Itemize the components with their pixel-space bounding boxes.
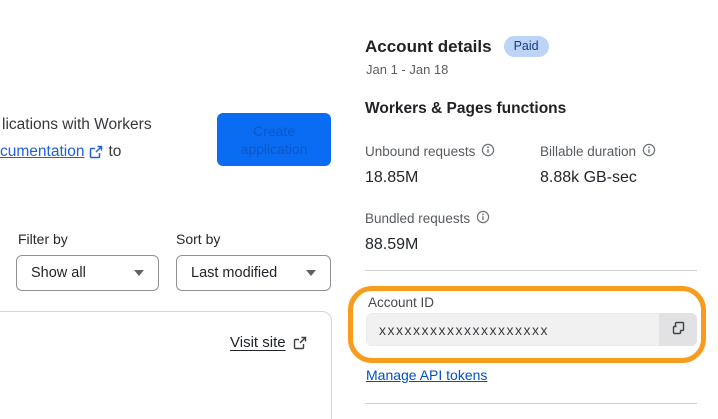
filter-selected-value: Show all [31,265,86,281]
stat-value: 88.59M [365,236,419,253]
intro-text-line1: lications with Workers [2,116,152,133]
create-application-button[interactable]: Create application [217,113,331,166]
stat-unbound-requests: Unbound requests 18.85M [365,143,540,187]
filter-dropdown[interactable]: Show all [16,255,159,291]
stat-bundled-requests: Bundled requests 88.59M [365,210,540,254]
chevron-down-icon [306,270,316,276]
billing-date-range: Jan 1 - Jan 18 [366,62,449,77]
stat-label: Unbound requests [365,144,476,159]
account-details-panel: Account details Paid Jan 1 - Jan 18 Work… [348,0,718,419]
divider [365,403,697,404]
stat-value: 18.85M [365,169,419,186]
account-id-label: Account ID [368,295,435,310]
visit-site-link[interactable]: Visit site [230,334,307,351]
chevron-down-icon [134,270,144,276]
sort-dropdown[interactable]: Last modified [176,255,331,291]
account-id-field-group [366,313,697,346]
copy-account-id-button[interactable] [659,313,697,346]
copy-icon [670,320,687,340]
account-details-title: Account details [365,36,492,56]
filter-by-label: Filter by [18,231,68,247]
stat-label: Billable duration [540,144,637,159]
stat-label: Bundled requests [365,211,471,226]
sort-selected-value: Last modified [191,265,278,281]
external-link-icon [293,336,307,350]
visit-site-label: Visit site [230,334,286,351]
workers-pages-functions-title: Workers & Pages functions [365,100,567,117]
create-application-label-line2: application [240,140,308,157]
external-link-icon [89,145,103,159]
intro-text-suffix: to [108,143,122,160]
intro-text-line2: cumentation to [0,143,121,161]
workers-pages-dashboard: lications with Workers cumentation to Cr… [0,0,718,419]
project-card [0,311,332,419]
paid-plan-badge: Paid [503,36,549,57]
divider [365,270,697,271]
account-id-input[interactable] [366,313,697,346]
stat-billable-duration: Billable duration 8.88k GB-sec [540,143,715,187]
sort-by-label: Sort by [176,231,221,247]
documentation-link[interactable]: cumentation [0,143,84,161]
stat-value: 8.88k GB-sec [540,169,637,186]
manage-api-tokens-link[interactable]: Manage API tokens [366,367,487,383]
info-icon[interactable] [481,143,495,160]
info-icon[interactable] [476,210,490,227]
create-application-label-line1: Create [252,122,296,139]
account-details-header: Account details Paid [365,36,549,57]
info-icon[interactable] [642,143,656,160]
